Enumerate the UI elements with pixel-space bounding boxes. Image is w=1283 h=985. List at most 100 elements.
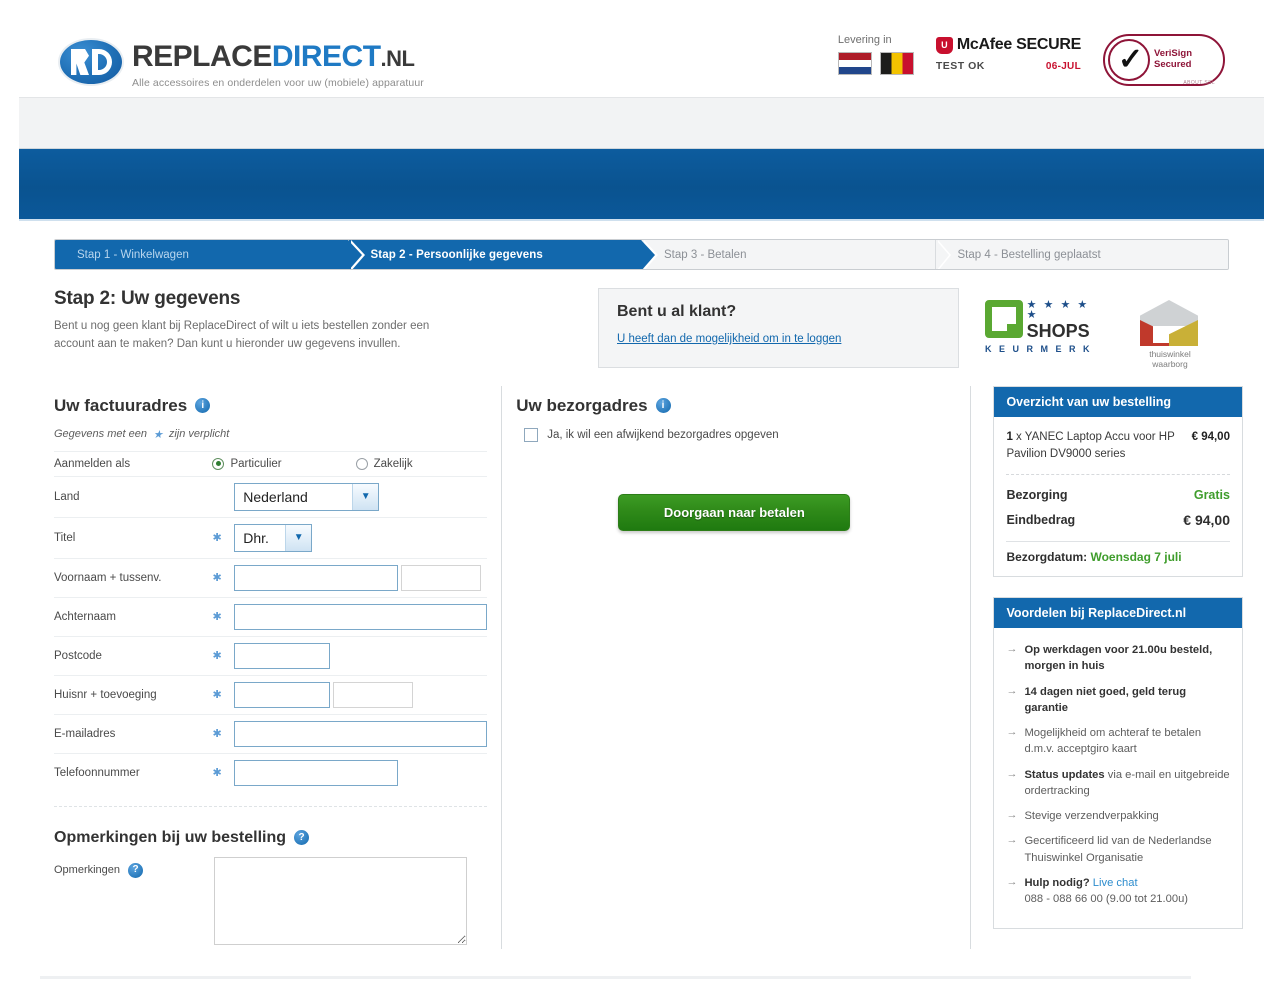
postcode-input[interactable] <box>234 642 331 669</box>
land-label: Land <box>54 490 80 503</box>
radio-option-particulier[interactable]: Particulier <box>212 457 282 470</box>
benefit-4-strong: Status updates <box>1024 768 1105 781</box>
first-name-input[interactable] <box>234 564 399 591</box>
step-2-persoonlijke-gegevens[interactable]: Stap 2 - Persoonlijke gegevens <box>348 240 658 269</box>
site-header: REPLACEDIRECT.NL Alle accessoires en ond… <box>0 0 1283 97</box>
step-4-bestelling-geplaatst[interactable]: Stap 4 - Bestelling geplaatst <box>935 240 1228 269</box>
page-intro-text: Bent u nog geen klant bij ReplaceDirect … <box>54 320 430 350</box>
huisnr-required-icon: ✱ <box>212 689 222 702</box>
remarks-textarea[interactable] <box>214 856 467 945</box>
order-item-sep: x <box>1012 430 1025 443</box>
middle-name-input[interactable] <box>401 564 482 591</box>
belgium-flag-icon <box>879 52 914 75</box>
benefits-heading: Voordelen bij ReplaceDirect.nl <box>994 598 1242 629</box>
qshops-keurmerk-label: K E U R M E R K <box>985 344 1093 354</box>
benefit-6-text: Gecertificeerd lid van de Nederlandse Th… <box>1024 835 1212 864</box>
help-icon[interactable]: ? <box>128 862 144 878</box>
radio-zakelijk-icon[interactable] <box>355 457 368 470</box>
title-select[interactable]: Dhr. ▼ <box>234 523 313 552</box>
qshops-keurmerk-badge[interactable]: ★ ★ ★ ★ ★ SHOPS K E U R M E R K <box>985 300 1105 354</box>
different-shipping-address-row[interactable]: Ja, ik wil een afwijkend bezorgadres opg… <box>524 427 952 442</box>
benefits-panel: Voordelen bij ReplaceDirect.nl Op werkda… <box>993 597 1243 930</box>
qshops-label: SHOPS <box>1026 321 1090 341</box>
trust-seals: ★ ★ ★ ★ ★ SHOPS K E U R M E R K thuiswin… <box>985 288 1213 370</box>
mcafee-label: McAfee <box>956 36 1017 53</box>
required-note-pre: Gegevens met een <box>54 428 147 441</box>
email-label: E-mailadres <box>54 727 116 740</box>
thuiswinkel-waarborg-badge[interactable]: thuiswinkel waarborg <box>1127 300 1213 370</box>
header-badges: Levering in U McAfee SECURE TEST OK 06-J… <box>837 34 1225 86</box>
logo-word-nl: .NL <box>380 46 415 71</box>
chevron-down-icon[interactable]: ▼ <box>352 483 379 510</box>
billing-form: Aanmelden als Particulier Zakelijk Land … <box>54 451 488 792</box>
mcafee-secure-label: SECURE <box>1016 36 1081 53</box>
delivery-date-label: Bezorgdatum: <box>1006 550 1088 565</box>
list-item: Status updates via e-mail en uitgebreide… <box>1006 767 1230 808</box>
step-2-label: Stap 2 - Persoonlijke gegevens <box>370 248 543 261</box>
info-icon[interactable]: i <box>655 398 671 414</box>
list-item-help: Hulp nodig? Live chat 088 - 088 66 00 (9… <box>1006 875 1230 916</box>
logo-word-direct: DIRECT <box>271 40 381 73</box>
list-item: 14 dagen niet goed, geld terug garantie <box>1006 684 1230 725</box>
verisign-secured-badge[interactable]: ✓ VeriSign Secured ABOUT SSL <box>1103 34 1225 86</box>
order-summary-heading: Overzicht van uw bestelling <box>994 386 1242 417</box>
chevron-down-icon[interactable]: ▼ <box>285 524 312 551</box>
login-link[interactable]: U heeft dan de mogelijkheid om in te log… <box>617 333 841 345</box>
step-3-label: Stap 3 - Betalen <box>664 248 747 261</box>
support-phone-number: 088 - 088 66 00 (9.00 tot 21.00u) <box>1024 892 1189 905</box>
list-item: Op werkdagen voor 21.00u besteld, morgen… <box>1006 642 1230 683</box>
mcafee-shield-icon: U <box>935 36 953 54</box>
benefit-3-text: Mogelijkheid om achteraf te betalen d.m.… <box>1024 727 1202 756</box>
page-title: Stap 2: Uw gegevens <box>54 288 241 309</box>
telefoon-label: Telefoonnummer <box>54 766 140 779</box>
category-banner-bar[interactable] <box>19 149 1264 221</box>
mcafee-secure-badge[interactable]: U McAfee SECURE TEST OK 06-JUL <box>935 34 1081 72</box>
shipping-cost-row: Bezorging Gratis <box>1006 483 1230 507</box>
step-1-winkelwagen[interactable]: Stap 1 - Winkelwagen <box>55 240 364 269</box>
postcode-required-icon: ✱ <box>212 650 222 663</box>
row-postcode: Postcode ✱ <box>54 636 488 675</box>
live-chat-link[interactable]: Live chat <box>1093 877 1138 889</box>
country-select[interactable]: Nederland ▼ <box>234 482 380 511</box>
phone-input[interactable] <box>234 759 399 786</box>
house-number-addition-input[interactable] <box>333 681 414 708</box>
total-value: € 94,00 <box>1183 512 1230 529</box>
row-telefoon: Telefoonnummer ✱ <box>54 753 488 792</box>
list-item: Mogelijkheid om achteraf te betalen d.m.… <box>1006 725 1230 766</box>
remarks-row: Opmerkingen ? <box>54 856 487 945</box>
checkout-main: Uw factuuradres i Gegevens met een ★ zij… <box>40 385 1243 950</box>
logo-word-replace: REPLACE <box>132 40 272 73</box>
thuiswinkel-house-icon <box>1140 300 1200 348</box>
last-name-input[interactable] <box>234 603 488 630</box>
info-icon[interactable]: i <box>195 398 211 414</box>
title-select-value: Dhr. <box>243 529 269 546</box>
shipping-section-title: Uw bezorgadres i <box>516 396 952 416</box>
step-3-betalen[interactable]: Stap 3 - Betalen <box>642 240 950 269</box>
radio-particulier-icon[interactable] <box>212 457 225 470</box>
email-input[interactable] <box>234 720 488 747</box>
required-fields-note: Gegevens met een ★ zijn verplicht <box>54 428 487 441</box>
voornaam-label: Voornaam + tussenv. <box>54 571 162 584</box>
checkout-step-bar: Stap 1 - Winkelwagen Stap 2 - Persoonlij… <box>54 239 1229 270</box>
benefit-1-strong: Op werkdagen voor 21.00u besteld, morgen… <box>1024 644 1213 673</box>
row-aanmelden-als: Aanmelden als Particulier Zakelijk <box>54 451 488 476</box>
divider <box>1006 474 1230 476</box>
step-1-label: Stap 1 - Winkelwagen <box>77 248 189 261</box>
top-navigation-bar[interactable] <box>19 97 1264 149</box>
account-type-radio-group: Particulier Zakelijk <box>212 457 487 470</box>
benefit-2-strong: 14 dagen niet goed, geld terug garantie <box>1024 685 1187 714</box>
list-item: Stevige verzendverpakking <box>1006 808 1230 833</box>
achternaam-label: Achternaam <box>54 610 117 623</box>
order-item-price: € 94,00 <box>1191 430 1230 443</box>
verisign-tiny-text: ABOUT SSL <box>1183 80 1215 86</box>
help-icon[interactable]: ? <box>294 830 310 846</box>
house-number-input[interactable] <box>234 681 331 708</box>
radio-option-zakelijk[interactable]: Zakelijk <box>355 457 413 470</box>
row-land: Land Nederland ▼ <box>54 476 488 517</box>
site-logo[interactable]: REPLACEDIRECT.NL Alle accessoires en ond… <box>60 40 424 89</box>
continue-to-payment-button[interactable]: Doorgaan naar betalen <box>618 493 851 531</box>
radio-particulier-label: Particulier <box>230 457 282 470</box>
different-shipping-address-checkbox[interactable] <box>524 427 539 442</box>
replacedirect-logo-icon <box>60 40 122 84</box>
telefoon-required-icon: ✱ <box>212 767 222 780</box>
